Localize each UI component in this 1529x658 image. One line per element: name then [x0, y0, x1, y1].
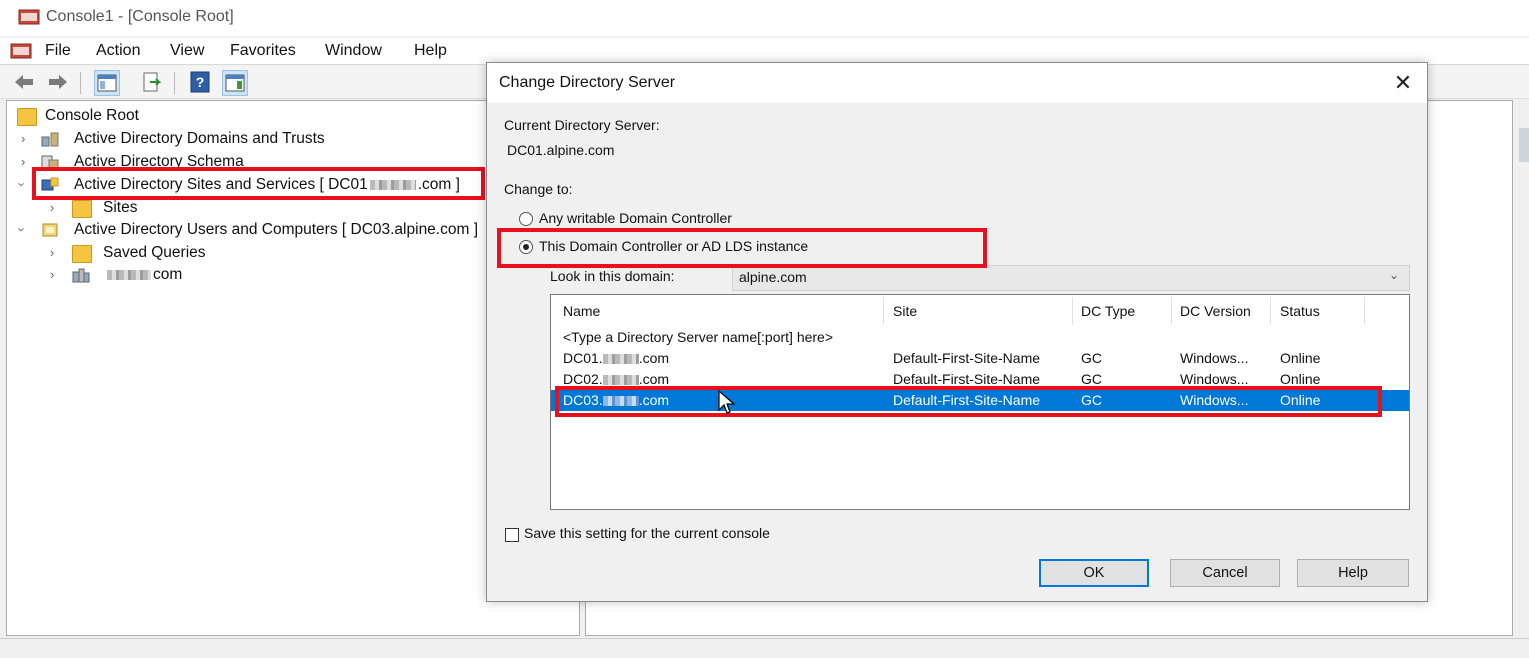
domain-select[interactable]: alpine.com ⌄ — [732, 265, 1410, 291]
column-header-dc-version[interactable]: DC Version — [1180, 303, 1251, 319]
look-in-domain-label: Look in this domain: — [550, 268, 675, 284]
help-button[interactable]: Help — [1297, 559, 1409, 587]
chevron-down-icon[interactable]: › — [15, 227, 30, 231]
toolbar-separator — [80, 72, 81, 94]
dc-list[interactable]: Name Site DC Type DC Version Status <Typ… — [550, 294, 1410, 510]
chevron-down-icon[interactable]: › — [15, 182, 30, 186]
cancel-button[interactable]: Cancel — [1170, 559, 1280, 587]
dialog-title: Change Directory Server — [499, 74, 676, 91]
column-header-dc-type[interactable]: DC Type — [1081, 303, 1135, 319]
save-setting-checkbox[interactable] — [505, 528, 519, 542]
change-directory-server-dialog: Change Directory Server ✕ Current Direct… — [486, 62, 1428, 602]
ok-button[interactable]: OK — [1039, 559, 1149, 587]
table-row-selected[interactable]: DC03. .com Default-First-Site-Name GC Win… — [551, 390, 1409, 411]
console-menu-icon[interactable] — [10, 41, 32, 61]
column-divider[interactable] — [1270, 297, 1271, 325]
column-divider[interactable] — [883, 297, 884, 325]
current-server-value: DC01.alpine.com — [507, 142, 615, 158]
help-icon[interactable]: ? — [188, 70, 212, 94]
domain-select-value: alpine.com — [739, 269, 807, 285]
forward-arrow-icon[interactable] — [46, 70, 70, 94]
redacted-text — [602, 375, 639, 386]
chevron-right-icon[interactable]: › — [21, 131, 25, 146]
menu-action[interactable]: Action — [96, 42, 140, 60]
option-this-dc-label[interactable]: This Domain Controller or AD LDS instanc… — [539, 238, 808, 254]
schema-icon — [41, 155, 59, 170]
radio-this-dc[interactable] — [519, 240, 533, 254]
menu-favorites[interactable]: Favorites — [230, 42, 296, 60]
show-action-pane-icon[interactable] — [222, 70, 248, 96]
console-app-icon — [18, 9, 40, 25]
column-header-site[interactable]: Site — [893, 303, 917, 319]
change-to-label: Change to: — [504, 181, 573, 197]
window-title: Console1 - [Console Root] — [46, 8, 234, 25]
column-header-status[interactable]: Status — [1280, 303, 1320, 319]
mouse-cursor-icon — [718, 390, 736, 414]
chevron-right-icon[interactable]: › — [50, 245, 54, 260]
export-list-icon[interactable] — [140, 70, 164, 94]
redacted-text — [602, 354, 639, 365]
menu-help[interactable]: Help — [414, 42, 447, 60]
option-any-writable-dc-label[interactable]: Any writable Domain Controller — [539, 210, 732, 226]
dialog-titlebar: Change Directory Server ✕ — [487, 63, 1427, 103]
show-hide-tree-icon[interactable] — [94, 70, 120, 96]
close-icon[interactable]: ✕ — [1389, 69, 1417, 97]
column-divider[interactable] — [1364, 297, 1365, 325]
back-arrow-icon[interactable] — [12, 70, 36, 94]
chevron-right-icon[interactable]: › — [50, 267, 54, 282]
status-bar — [0, 638, 1529, 658]
table-row-placeholder[interactable]: <Type a Directory Server name[:port] her… — [551, 327, 1409, 348]
table-row[interactable]: DC01. .com Default-First-Site-Name GC Win… — [551, 348, 1409, 369]
chevron-down-icon[interactable]: ⌄ — [1389, 268, 1399, 282]
save-setting-label[interactable]: Save this setting for the current consol… — [524, 525, 770, 541]
menu-window[interactable]: Window — [325, 42, 382, 60]
chevron-right-icon[interactable]: › — [21, 154, 25, 169]
window-titlebar: Console1 - [Console Root] — [0, 0, 1529, 36]
folder-icon — [17, 108, 37, 126]
toolbar-separator — [174, 72, 175, 94]
menu-file[interactable]: File — [45, 42, 71, 60]
menu-view[interactable]: View — [170, 42, 204, 60]
folder-icon — [72, 200, 92, 218]
vertical-scrollbar[interactable] — [1517, 100, 1529, 634]
redacted-text — [602, 396, 639, 407]
sites-services-icon — [41, 177, 59, 191]
current-server-label: Current Directory Server: — [504, 117, 660, 133]
domains-trusts-icon — [41, 132, 59, 147]
chevron-right-icon[interactable]: › — [50, 200, 54, 215]
domain-icon — [72, 268, 90, 283]
users-computers-icon — [42, 223, 58, 237]
folder-icon — [72, 245, 92, 263]
redacted-text — [369, 179, 416, 190]
scrollbar-thumb[interactable] — [1519, 128, 1529, 162]
column-header-name[interactable]: Name — [563, 303, 600, 319]
column-divider[interactable] — [1072, 297, 1073, 325]
column-divider[interactable] — [1171, 297, 1172, 325]
svg-text:?: ? — [196, 74, 205, 90]
menu-bar: File Action View Favorites Window Help — [0, 38, 1529, 65]
redacted-text — [107, 269, 151, 280]
table-row[interactable]: DC02. .com Default-First-Site-Name GC Win… — [551, 369, 1409, 390]
radio-any-writable-dc[interactable] — [519, 212, 533, 226]
dialog-body: Current Directory Server: DC01.alpine.co… — [487, 104, 1425, 600]
